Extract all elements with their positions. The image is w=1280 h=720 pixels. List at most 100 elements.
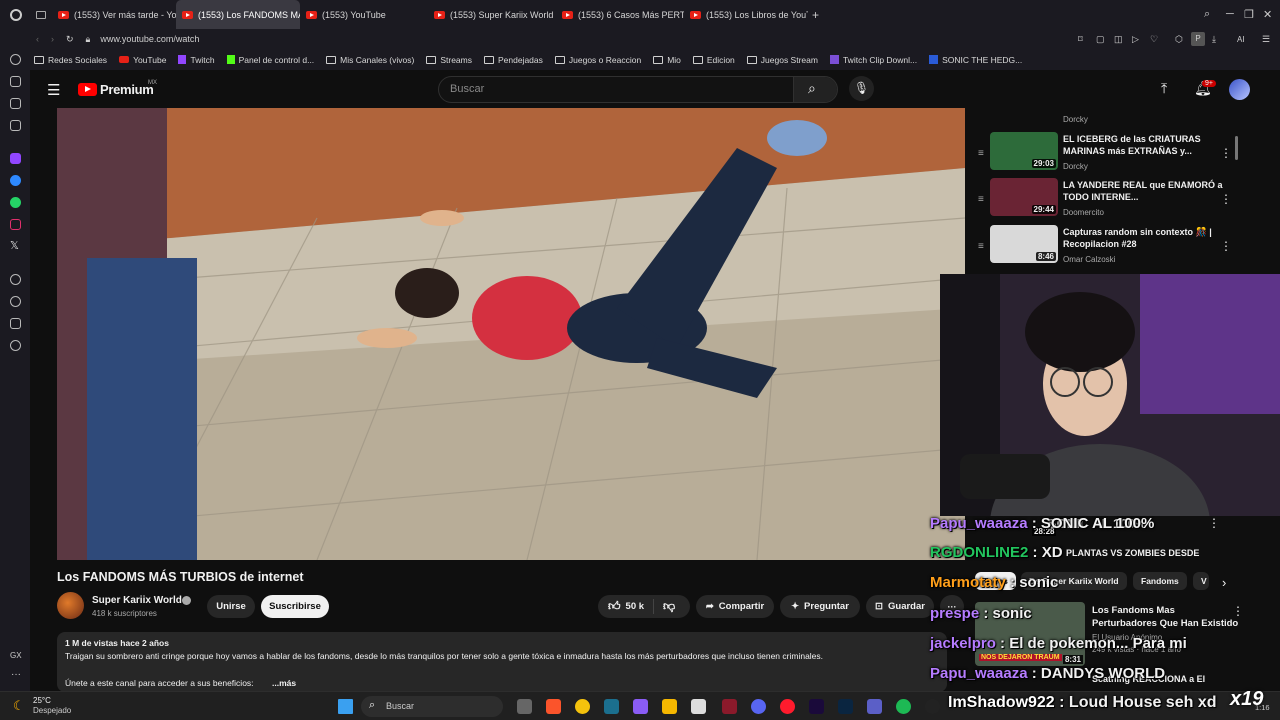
recommendation-item[interactable]: 29:03 EL ICEBERG de las CRIATURAS MARINA… bbox=[990, 132, 1240, 174]
tab-casos[interactable]: (1553) 6 Casos Más PERT bbox=[556, 0, 684, 29]
twitch-icon[interactable] bbox=[10, 153, 21, 164]
more-vert-icon[interactable]: ⋮ bbox=[1220, 192, 1232, 206]
thumbnail[interactable]: 29:03 bbox=[990, 132, 1058, 170]
heart-icon[interactable]: ♡ bbox=[1150, 34, 1158, 45]
bookmark-streams[interactable]: Streams bbox=[426, 55, 472, 65]
extensions-icon[interactable] bbox=[10, 76, 21, 87]
chrome-icon[interactable] bbox=[575, 699, 590, 714]
dislike-button[interactable]: 👎︎ bbox=[663, 599, 675, 614]
bookmark-youtube[interactable]: YouTube bbox=[119, 55, 166, 65]
discord-icon[interactable] bbox=[751, 699, 766, 714]
settings-icon[interactable] bbox=[10, 340, 21, 351]
profile-badge[interactable]: P bbox=[1191, 32, 1205, 46]
url-field[interactable]: www.youtube.com/watch bbox=[100, 34, 199, 44]
premiere-icon[interactable] bbox=[809, 699, 824, 714]
search-input[interactable]: Buscar bbox=[450, 83, 484, 95]
bookmark-twitch[interactable]: Twitch bbox=[178, 55, 215, 65]
bookmark-panel[interactable]: Panel de control d... bbox=[226, 55, 314, 65]
recommendation-item[interactable]: 29:44 LA YANDERE REAL que ENAMORÓ a TODO… bbox=[990, 178, 1240, 220]
tab-youtube[interactable]: (1553) YouTube bbox=[300, 0, 428, 29]
bookmark-sonic[interactable]: SONIC THE HEDG... bbox=[929, 55, 1022, 65]
recommendation-item[interactable]: 8:46 Capturas random sin contexto 🎊 | Re… bbox=[990, 225, 1240, 267]
hamburger-icon[interactable]: ☰ bbox=[47, 81, 60, 99]
tab-super-kariix[interactable]: (1553) Super Kariix World bbox=[428, 0, 556, 29]
app-icon[interactable] bbox=[722, 699, 737, 714]
teams-icon[interactable] bbox=[867, 699, 882, 714]
avatar[interactable] bbox=[1229, 79, 1250, 100]
messenger-icon[interactable] bbox=[10, 175, 21, 186]
screenshot-icon[interactable]: ▢ bbox=[1096, 34, 1105, 45]
gaming-icon[interactable] bbox=[10, 98, 21, 109]
bookmark-pendejadas[interactable]: Pendejadas bbox=[483, 55, 543, 65]
bookmark-juegos-reaccion[interactable]: Juegos o Reaccion bbox=[554, 55, 641, 65]
explorer-icon[interactable] bbox=[662, 699, 677, 714]
channel-name[interactable]: Dorcky bbox=[1063, 162, 1088, 171]
snapshot-icon[interactable]: ◫ bbox=[1114, 34, 1123, 45]
browser-logo-icon[interactable] bbox=[10, 8, 22, 21]
forward-icon[interactable]: › bbox=[51, 34, 54, 44]
copilot-icon[interactable] bbox=[633, 699, 648, 714]
thumbnail[interactable]: 8:46 bbox=[990, 225, 1058, 263]
description-box[interactable]: 1 M de vistas hace 2 años Traigan su som… bbox=[57, 632, 947, 692]
video-title[interactable]: Capturas random sin contexto 🎊 | Recopil… bbox=[1063, 226, 1223, 250]
drag-handle-icon[interactable]: ≡ bbox=[978, 148, 984, 159]
tab-menu-icon[interactable] bbox=[36, 10, 46, 19]
minimize-icon[interactable]: ─ bbox=[1226, 8, 1234, 20]
store-icon[interactable] bbox=[691, 699, 706, 714]
bookmark-mio[interactable]: Mio bbox=[653, 55, 681, 65]
subscribe-button[interactable]: Suscribirse bbox=[261, 595, 329, 618]
gx-label[interactable]: GX bbox=[10, 651, 22, 660]
channel-name[interactable]: Super Kariix World bbox=[92, 595, 182, 606]
spotify-icon[interactable] bbox=[896, 699, 911, 714]
maximize-icon[interactable]: ❐ bbox=[1244, 8, 1254, 21]
bookmark-clip-downloader[interactable]: Twitch Clip Downl... bbox=[829, 55, 917, 65]
like-button[interactable]: 👍︎ 50 k bbox=[608, 599, 644, 614]
x-icon[interactable]: 𝕏 bbox=[10, 239, 19, 252]
obs-icon[interactable] bbox=[925, 699, 940, 714]
channel-name[interactable]: Omar Calzoski bbox=[1063, 255, 1115, 264]
upload-icon[interactable]: ⤒ bbox=[1161, 80, 1167, 97]
back-icon[interactable]: ‹ bbox=[36, 34, 39, 44]
video-title[interactable]: LA YANDERE REAL que ENAMORÓ a TODO INTER… bbox=[1063, 179, 1223, 203]
channel-avatar[interactable] bbox=[57, 592, 84, 619]
search-button[interactable]: ⌕ bbox=[793, 77, 837, 102]
windows-start-icon[interactable] bbox=[338, 699, 353, 714]
bookmark-edicion[interactable]: Edicion bbox=[692, 55, 735, 65]
music-icon[interactable] bbox=[10, 120, 21, 131]
bookmark-icon[interactable]: ⌑ bbox=[1078, 34, 1083, 45]
drag-handle-icon[interactable]: ≡ bbox=[978, 241, 984, 252]
ai-button[interactable]: AI bbox=[1237, 35, 1245, 44]
share-button[interactable]: ➦ Compartir bbox=[696, 595, 774, 618]
photoshop-icon[interactable] bbox=[838, 699, 853, 714]
bookmark-juegos-stream[interactable]: Juegos Stream bbox=[746, 55, 818, 65]
bookmark-mis-canales[interactable]: Mis Canales (vivos) bbox=[326, 55, 414, 65]
taskbar-search[interactable]: ⌕ Buscar bbox=[361, 696, 503, 717]
more-vert-icon[interactable]: ⋮ bbox=[1220, 239, 1232, 253]
tab-libros[interactable]: (1553) Los Libros de YouTu bbox=[684, 0, 808, 29]
bookmark-redes-sociales[interactable]: Redes Sociales bbox=[34, 55, 107, 65]
play-icon[interactable]: ▷ bbox=[1132, 34, 1139, 45]
clock-icon[interactable] bbox=[10, 296, 21, 307]
cube-icon[interactable] bbox=[10, 318, 21, 329]
player-icon[interactable] bbox=[10, 274, 21, 285]
youtube-logo-text[interactable]: Premium bbox=[100, 82, 154, 97]
wallet-icon[interactable]: ⬡ bbox=[1175, 34, 1183, 45]
card-kebab-icon[interactable]: ⋮ bbox=[1232, 604, 1244, 618]
video-title[interactable]: EL ICEBERG de las CRIATURAS MARINAS más … bbox=[1063, 133, 1223, 157]
weather-icon[interactable]: ☾ bbox=[13, 698, 25, 714]
tab-current-video[interactable]: (1553) Los FANDOMS MÁ bbox=[176, 0, 300, 29]
channel-name[interactable]: Doomercito bbox=[1063, 208, 1104, 217]
menu-icon[interactable]: ☰ bbox=[1262, 34, 1270, 45]
save-button[interactable]: ⊡ Guardar bbox=[866, 595, 934, 618]
ask-button[interactable]: ✦ Preguntar bbox=[780, 595, 860, 618]
search-tabs-icon[interactable]: ⌕ bbox=[1204, 8, 1210, 21]
instagram-icon[interactable] bbox=[10, 219, 21, 230]
download-icon[interactable]: ⤓ bbox=[1212, 34, 1216, 45]
close-icon[interactable]: ✕ bbox=[1263, 8, 1272, 21]
join-button[interactable]: Unirse bbox=[207, 595, 255, 618]
scrollbar[interactable] bbox=[1235, 136, 1238, 160]
drag-handle-icon[interactable]: ≡ bbox=[978, 194, 984, 205]
vegas-icon[interactable] bbox=[604, 699, 619, 714]
whatsapp-icon[interactable] bbox=[10, 197, 21, 208]
task-view-icon[interactable] bbox=[517, 699, 532, 714]
